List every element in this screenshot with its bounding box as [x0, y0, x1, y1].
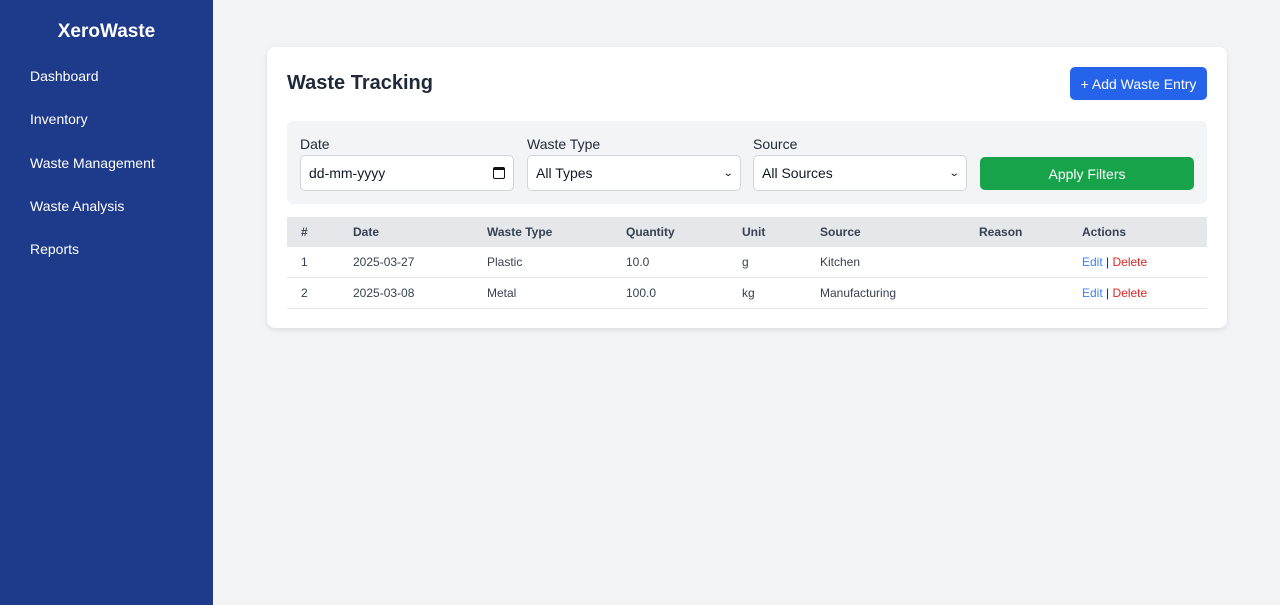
cell-quantity: 10.0 — [612, 247, 728, 278]
edit-link[interactable]: Edit — [1082, 255, 1103, 269]
table-header: # Date Waste Type Quantity Unit Source R… — [287, 217, 1207, 247]
chevron-down-icon: ⌄ — [722, 167, 734, 179]
column-header-reason: Reason — [979, 225, 1023, 239]
action-separator: | — [1106, 285, 1110, 300]
apply-filters-button[interactable]: Apply Filters — [980, 157, 1194, 190]
waste-type-selected: All Types — [536, 165, 593, 181]
action-separator: | — [1106, 255, 1110, 269]
date-filter-label: Date — [300, 136, 330, 152]
sidebar-item-reports[interactable]: Reports — [0, 239, 213, 282]
column-header-quantity: Quantity — [626, 225, 675, 239]
cell-date: 2025-03-08 — [339, 277, 473, 309]
sidebar-item-label: Inventory — [30, 111, 88, 128]
sidebar-item-waste-analysis[interactable]: Waste Analysis — [0, 196, 213, 239]
source-selected: All Sources — [762, 165, 833, 181]
app-logo: XeroWaste — [57, 21, 156, 42]
sidebar-item-dashboard[interactable]: Dashboard — [0, 66, 213, 109]
waste-tracking-card: Waste Tracking + Add Waste Entry Date dd… — [267, 47, 1227, 328]
sidebar-item-label: Waste Analysis — [30, 197, 125, 214]
date-input-placeholder: dd-mm-yyyy — [309, 165, 386, 181]
source-filter: Source All Sources ⌄ — [753, 136, 967, 191]
waste-table: # Date Waste Type Quantity Unit Source R… — [287, 217, 1207, 309]
delete-link[interactable]: Delete — [1113, 255, 1148, 269]
cell-actions: Edit | Delete — [1068, 277, 1207, 309]
filter-panel: Date dd-mm-yyyy Waste Type All Types ⌄ S… — [287, 121, 1207, 204]
calendar-icon[interactable] — [493, 167, 505, 179]
column-header-date: Date — [353, 225, 380, 239]
sidebar-item-label: Reports — [30, 241, 80, 258]
cell-number: 1 — [287, 247, 339, 278]
sidebar-item-label: Dashboard — [30, 68, 99, 84]
sidebar-item-label: Waste Management — [30, 154, 155, 171]
date-input[interactable]: dd-mm-yyyy — [300, 155, 514, 191]
waste-type-filter-label: Waste Type — [527, 136, 601, 152]
sidebar-nav: Dashboard Inventory Waste Management Was… — [0, 66, 213, 282]
table-row: 2 2025-03-08 Metal 100.0 kg Manufacturin… — [287, 277, 1207, 309]
cell-source: Kitchen — [806, 247, 965, 278]
waste-type-filter: Waste Type All Types ⌄ — [527, 136, 741, 191]
chevron-down-icon: ⌄ — [948, 167, 960, 179]
cell-quantity: 100.0 — [612, 277, 728, 309]
cell-unit: kg — [728, 277, 806, 309]
sidebar: XeroWaste Dashboard Inventory Waste Mana… — [0, 0, 213, 605]
column-header-waste-type: Waste Type — [487, 225, 553, 239]
column-header-number: # — [301, 225, 308, 239]
sidebar-item-inventory[interactable]: Inventory — [0, 109, 213, 152]
source-select[interactable]: All Sources ⌄ — [753, 155, 967, 191]
cell-reason — [965, 247, 1068, 278]
cell-actions: Edit | Delete — [1068, 247, 1207, 278]
cell-number: 2 — [287, 277, 339, 309]
add-waste-entry-button[interactable]: + Add Waste Entry — [1070, 67, 1207, 100]
waste-type-select[interactable]: All Types ⌄ — [527, 155, 741, 191]
cell-reason — [965, 277, 1068, 309]
delete-link[interactable]: Delete — [1113, 286, 1148, 300]
cell-date: 2025-03-27 — [339, 247, 473, 278]
page-title: Waste Tracking — [287, 72, 433, 94]
column-header-source: Source — [820, 225, 861, 239]
edit-link[interactable]: Edit — [1082, 286, 1103, 300]
cell-source: Manufacturing — [806, 277, 965, 309]
column-header-unit: Unit — [742, 225, 766, 239]
column-header-actions: Actions — [1082, 225, 1127, 239]
cell-unit: g — [728, 247, 806, 278]
sidebar-item-waste-management[interactable]: Waste Management — [0, 153, 213, 196]
source-filter-label: Source — [753, 136, 798, 152]
cell-waste-type: Metal — [473, 277, 612, 309]
date-filter: Date dd-mm-yyyy — [300, 136, 514, 191]
cell-waste-type: Plastic — [473, 247, 612, 278]
table-row: 1 2025-03-27 Plastic 10.0 g Kitchen Edit… — [287, 247, 1207, 278]
